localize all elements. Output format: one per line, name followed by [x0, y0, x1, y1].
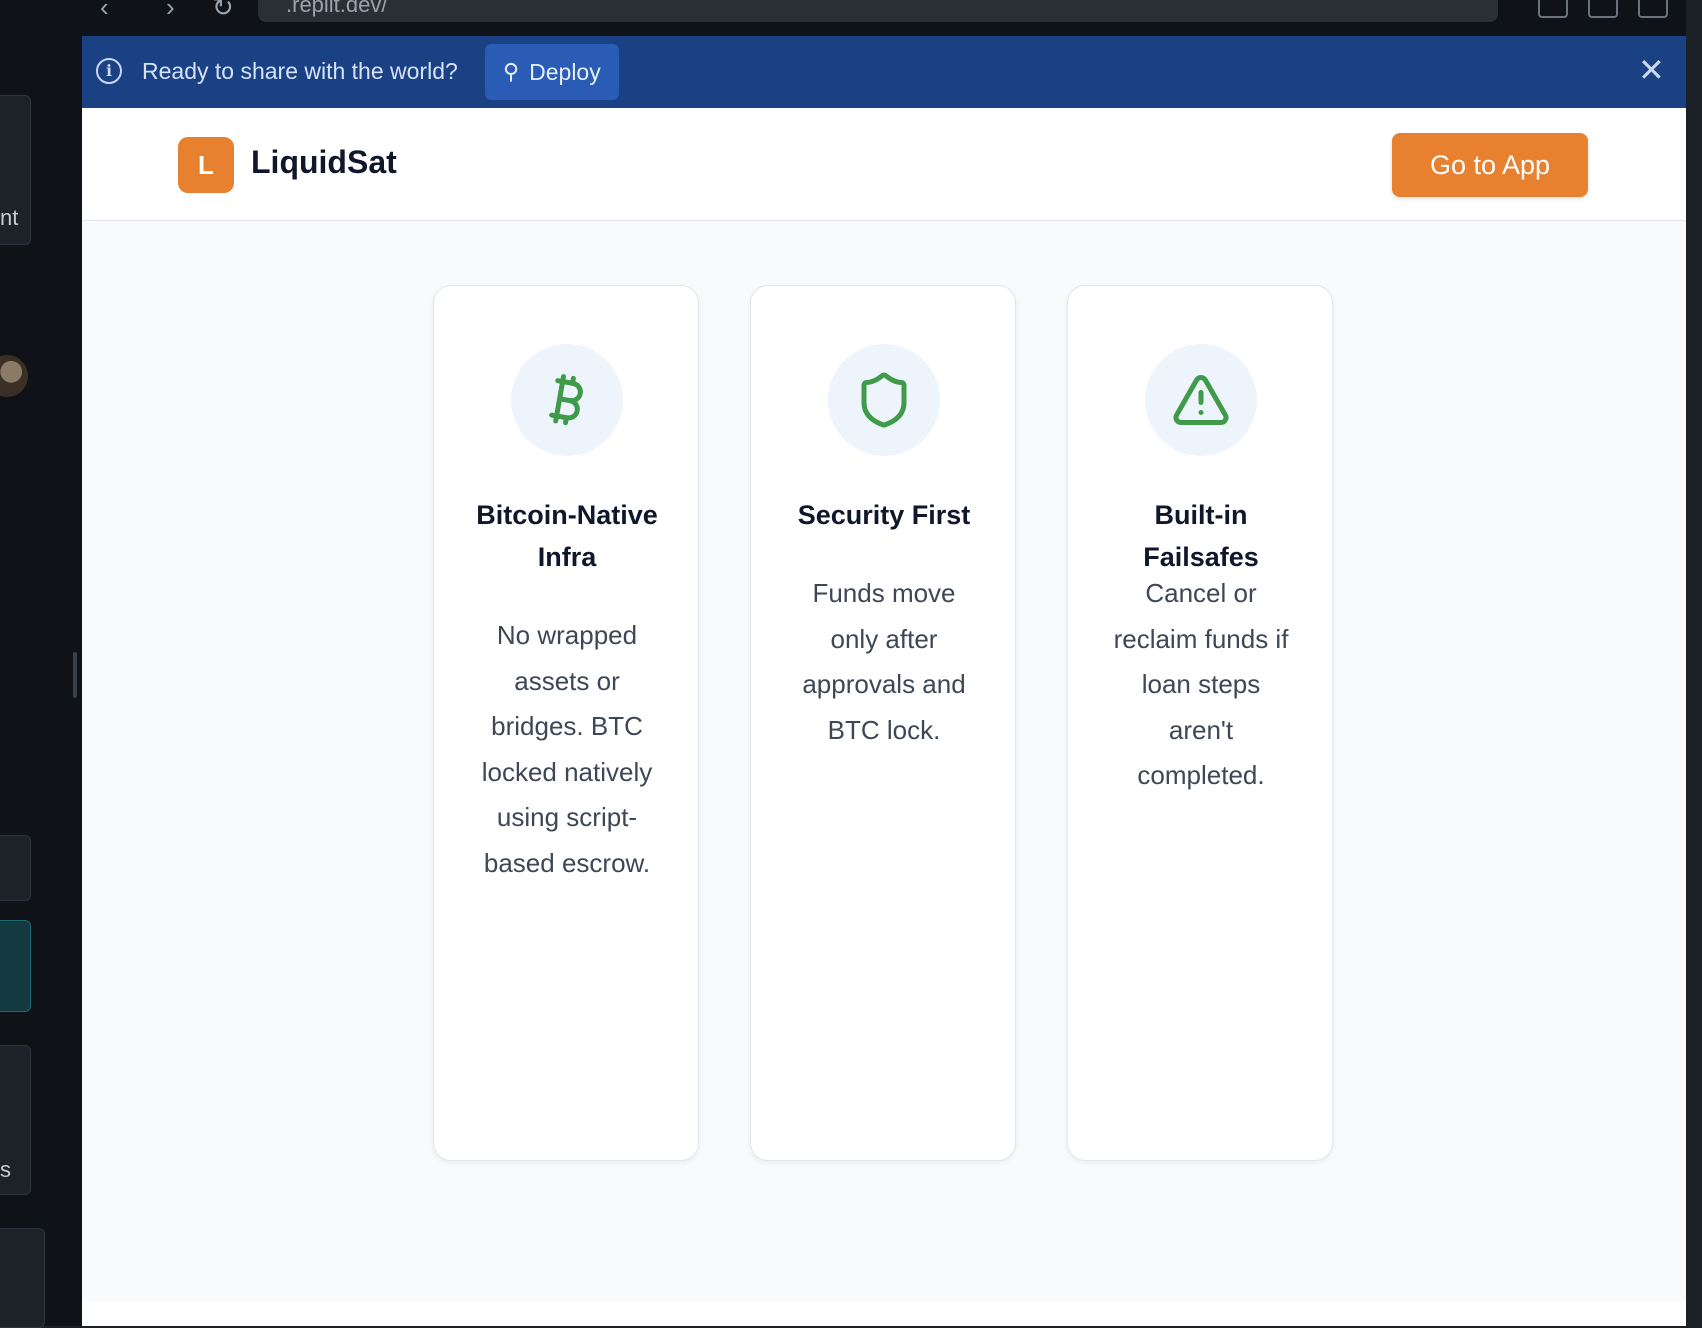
feature-title: Bitcoin-Native Infra: [476, 500, 658, 572]
logo-badge[interactable]: L: [178, 137, 234, 193]
info-icon: i: [96, 58, 122, 84]
url-text: .replit.dev/: [286, 0, 388, 17]
shield-icon: [861, 372, 907, 428]
ide-sidebar-fragment: nt: [0, 205, 19, 230]
brand-name[interactable]: LiquidSat: [251, 144, 397, 181]
feature-icon-circle: [828, 344, 940, 456]
feature-card: Built-in Failsafes Cancel or reclaim fun…: [1067, 285, 1333, 1161]
feature-description: No wrapped assets or bridges. BTC locked…: [481, 620, 653, 878]
feature-icon-circle: [511, 344, 623, 456]
ide-info-panel[interactable]: [0, 1228, 45, 1328]
feature-title: Security First: [797, 500, 971, 530]
feature-description: Funds move only after approvals and BTC …: [802, 578, 966, 745]
forward-icon[interactable]: ›: [166, 0, 175, 20]
reload-icon[interactable]: ↻: [212, 0, 234, 20]
tools-icon[interactable]: [1588, 0, 1618, 18]
open-new-tab-icon[interactable]: [1638, 0, 1668, 18]
ide-sidebar: nt s: [0, 0, 82, 1328]
go-to-app-button[interactable]: Go to App: [1392, 133, 1588, 197]
back-icon[interactable]: ‹: [100, 0, 109, 20]
devices-icon[interactable]: [1538, 0, 1568, 18]
ide-panel-active[interactable]: [0, 920, 31, 1012]
banner-message: Ready to share with the world?: [142, 58, 458, 84]
rocket-icon: ⚲: [503, 59, 520, 84]
feature-description: Cancel or reclaim funds if loan steps ar…: [1113, 578, 1289, 790]
url-field[interactable]: .replit.dev/: [258, 0, 1498, 22]
deploy-banner: i Ready to share with the world? ⚲ Deplo…: [82, 36, 1686, 108]
close-icon[interactable]: ✕: [1638, 54, 1665, 86]
deploy-button[interactable]: ⚲ Deploy: [485, 44, 619, 100]
feature-icon-circle: [1145, 344, 1257, 456]
ide-panel-mid[interactable]: [0, 835, 31, 901]
deploy-label: Deploy: [529, 59, 601, 85]
resize-handle[interactable]: [73, 652, 77, 698]
bitcoin-icon: [549, 374, 583, 426]
browser-toolbar: ‹ › ↻ .replit.dev/: [82, 0, 1686, 36]
avatar[interactable]: [0, 355, 28, 397]
feature-card: Bitcoin-Native Infra No wrapped assets o…: [433, 285, 699, 1161]
site-header: L LiquidSat Go to App: [82, 108, 1686, 221]
feature-card: Security First Funds move only after app…: [750, 285, 1016, 1161]
page-footer-edge: [82, 1302, 1686, 1326]
page-content: L LiquidSat Go to App Bitcoin-Native Inf…: [82, 108, 1686, 1302]
browser-window: ‹ › ↻ .replit.dev/ i Ready to share with…: [82, 0, 1686, 1326]
ide-sidebar-fragment: s: [0, 1157, 11, 1182]
feature-title: Built-in Failsafes: [1143, 500, 1259, 572]
warning-icon: [1173, 375, 1229, 426]
